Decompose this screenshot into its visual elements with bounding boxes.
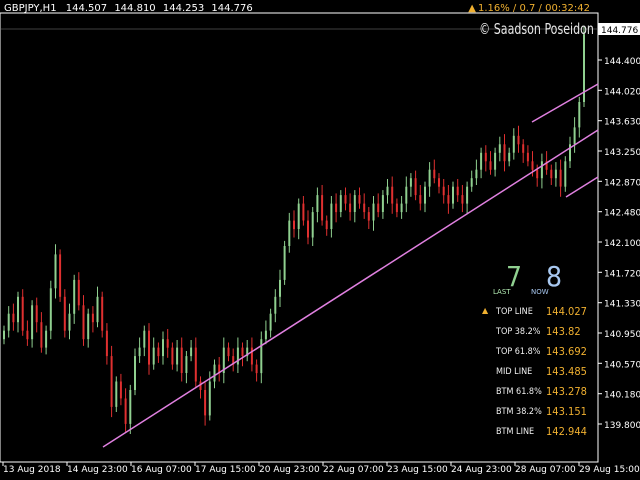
level-value: 143.692 [546,345,587,358]
current-price-label: 144.776 [601,26,638,36]
time-tick-label: 24 Aug 23:00 [451,465,512,475]
level-value: 144.027 [546,305,587,318]
chart-header: GBPJPY,H1 144.507 144.810 144.253 144.77… [4,3,257,14]
price-tick-label: 142.480 [604,209,640,219]
level-name: BTM LINE [496,427,535,437]
level-name: TOP LINE [496,307,533,317]
candle [59,249,62,302]
level-row: BTM 61.8% 143.278 [482,385,592,400]
time-tick-label: 28 Aug 07:00 [515,465,576,475]
price-tick-label: 141.330 [604,300,640,310]
close-value: 144.776 [211,3,253,14]
candle [583,26,585,107]
level-row: TOP 38.2% 143.82 [482,325,592,340]
symbol-label: GBPJPY,H1 [4,3,57,14]
price-tick-label: 139.800 [604,421,640,431]
status-readout: ▲ 1.16% / 0.7 / 00:32:42 [468,3,590,14]
level-name: BTM 61.8% [496,387,542,397]
level-value: 143.485 [546,365,587,378]
level-row: BTM 38.2% 143.151 [482,405,592,420]
price-tick-label: 140.570 [604,360,640,370]
time-tick-label: 13 Aug 2018 [3,465,61,475]
up-arrow-icon: ▲ [468,3,476,14]
level-value: 143.278 [546,385,587,398]
ohlc-readout: 144.507 144.810 144.253 144.776 [66,3,257,14]
now-count: 8 [546,260,563,293]
status-text: 1.16% / 0.7 / 00:32:42 [477,3,590,14]
level-row: TOP 61.8% 143.692 [482,345,592,360]
level-panel: LAST 7 NOW 8 ▲ TOP LINE 144.027 TOP 38.2% 14… [482,260,592,442]
open-value: 144.507 [65,3,108,14]
high-value: 144.810 [114,3,156,14]
level-name: TOP 61.8% [496,347,541,357]
level-row: BTM LINE 142.944 [482,425,592,440]
candle [110,345,113,418]
level-value: 143.151 [546,405,587,418]
time-tick-label: 20 Aug 23:00 [259,465,320,475]
time-tick-label: 14 Aug 23:00 [67,465,128,475]
price-tick-label: 143.630 [604,118,640,128]
level-value: 142.944 [546,425,587,438]
price-tick-label: 142.870 [604,178,640,188]
low-value: 144.253 [162,3,205,14]
time-tick-label: 23 Aug 15:00 [387,465,448,475]
price-tick-label: 143.250 [604,148,640,158]
time-tick-label: 29 Aug 15:00 [579,465,640,475]
price-tick-label: 144.400 [604,57,640,67]
price-tick-label: 140.180 [604,391,640,401]
level-row: MID LINE 143.485 [482,365,592,380]
candle [115,376,118,412]
price-tick-label: 140.950 [604,330,640,340]
candle [564,156,567,192]
time-tick-label: 22 Aug 07:00 [323,465,384,475]
price-tick-label: 141.720 [604,269,640,279]
level-name: BTM 38.2% [496,407,542,417]
up-arrow-icon: ▲ [482,306,489,315]
level-value: 143.82 [546,325,581,338]
candle [101,291,104,338]
time-tick-label: 17 Aug 15:00 [195,465,256,475]
price-tick-label: 142.100 [604,239,640,249]
bar-counter: LAST 7 NOW 8 [490,260,590,302]
price-tick-label: 144.020 [604,87,640,97]
candle [49,280,52,340]
level-name: TOP 38.2% [496,327,541,337]
copyright-label: © Saadson Poseidon [479,20,594,38]
candle [283,240,286,285]
level-row: ▲ TOP LINE 144.027 [482,305,592,320]
last-count: 7 [506,260,523,293]
level-name: MID LINE [496,367,533,377]
time-tick-label: 16 Aug 07:00 [131,465,192,475]
